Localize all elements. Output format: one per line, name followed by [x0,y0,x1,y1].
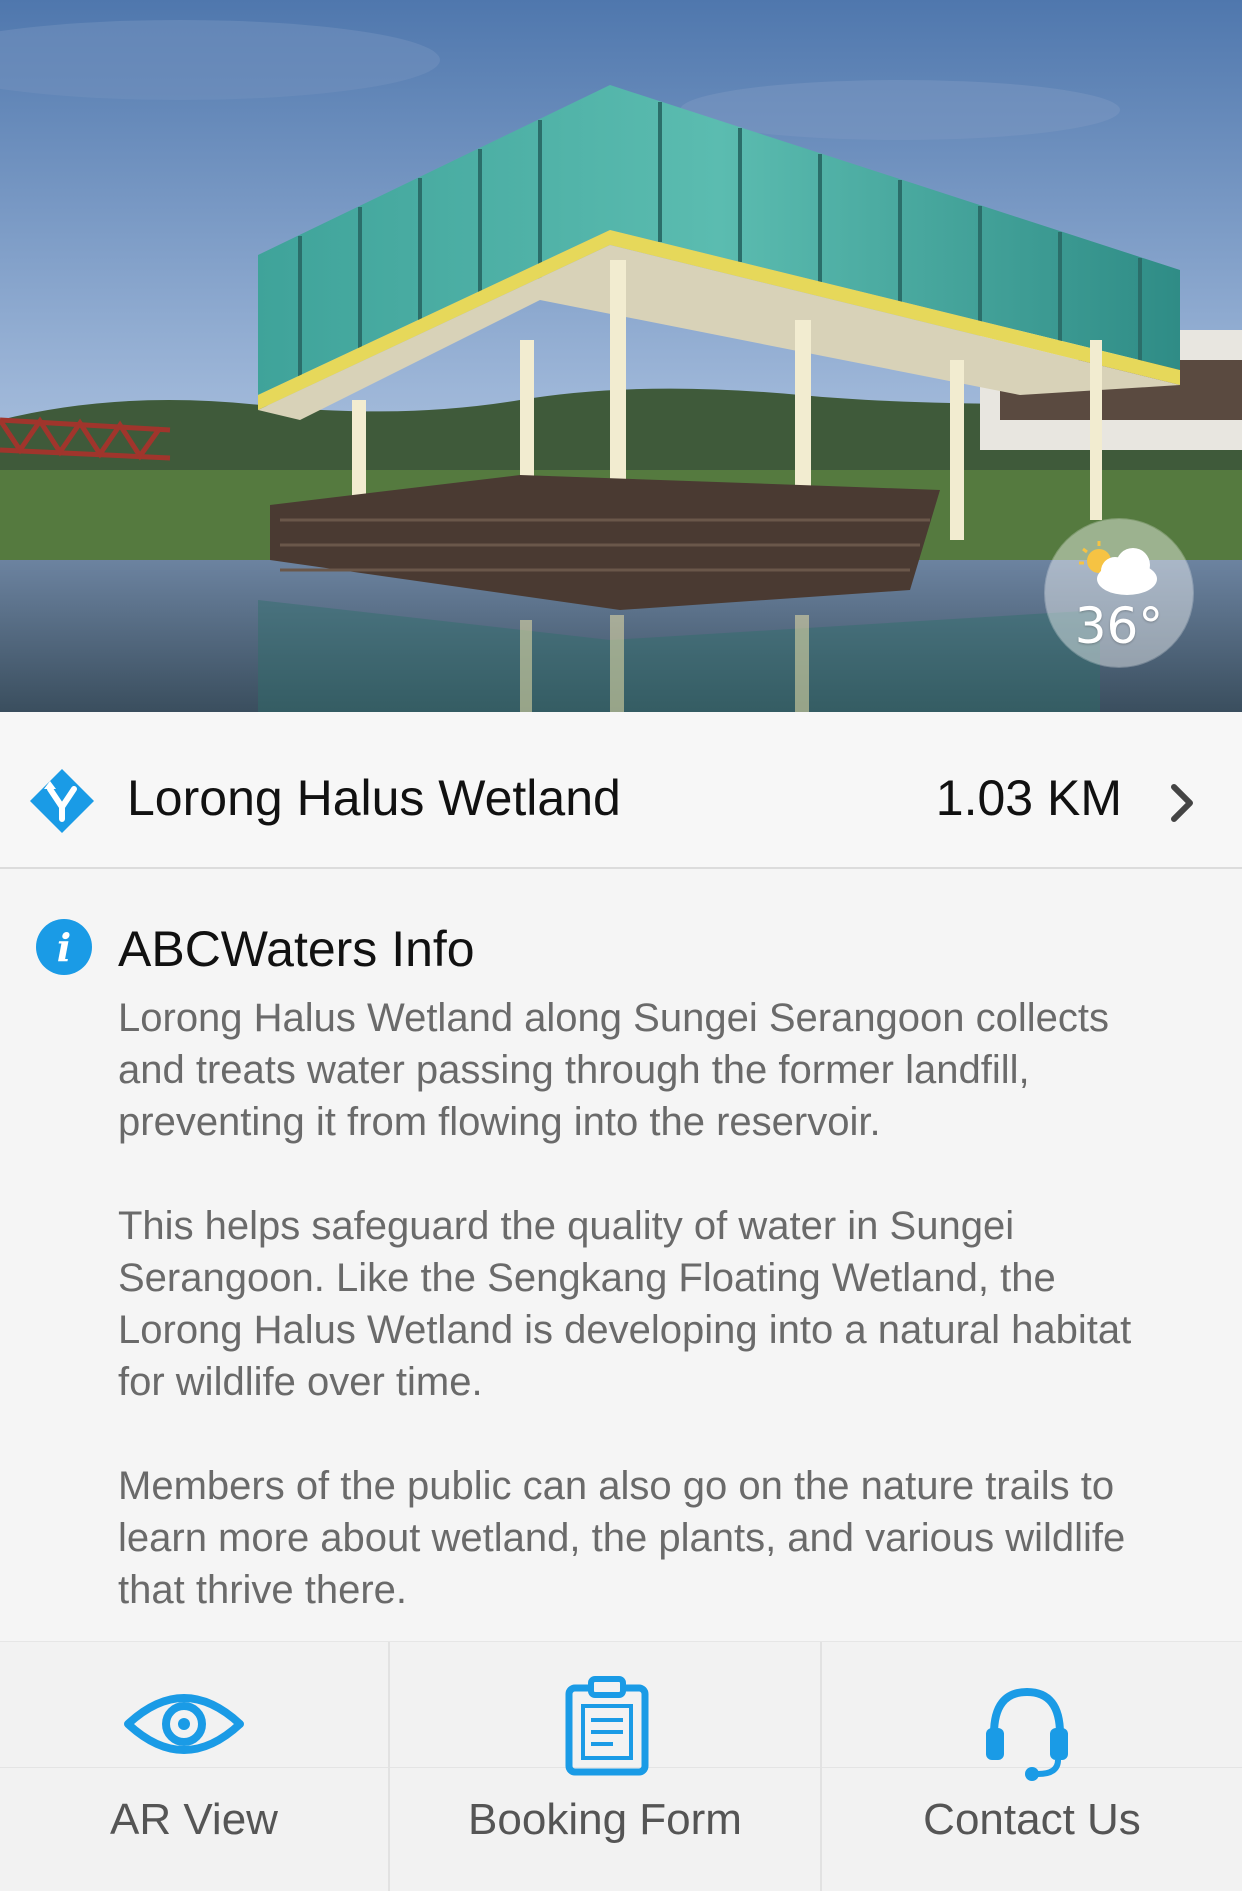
partly-cloudy-icon [1079,541,1157,595]
clipboard-icon [565,1676,649,1776]
info-paragraph: Lorong Halus Wetland along Sungei Serang… [118,996,1110,1144]
booking-form-button[interactable]: Booking Form [390,1642,820,1891]
headset-icon [986,1687,1068,1781]
contact-us-label: Contact Us [923,1795,1141,1844]
info-paragraph: Members of the public can also go on the… [118,1464,1126,1612]
location-name: Lorong Halus Wetland [127,770,621,826]
svg-text:i: i [57,925,71,970]
action-bar: AR View Booking Form Contact Us [0,1641,1242,1891]
contact-us-button[interactable]: Contact Us [822,1642,1242,1891]
ar-view-button[interactable]: AR View [0,1642,388,1891]
info-paragraph: This helps safeguard the quality of wate… [118,1204,1132,1404]
hero-image: 36° [0,0,1242,712]
booking-form-label: Booking Form [468,1795,742,1844]
ar-view-label: AR View [110,1795,278,1844]
weather-badge[interactable]: 36° [1045,519,1193,667]
directions-icon [30,769,94,833]
eye-icon [124,1694,244,1754]
temperature-label: 36° [1074,597,1164,655]
info-icon: i [36,919,92,975]
distance-label: 1.03 KM [935,770,1122,826]
info-title: ABCWaters Info [118,921,475,977]
info-body: Lorong Halus Wetland along Sungei Serang… [118,992,1178,1616]
chevron-right-icon[interactable] [1168,783,1196,823]
